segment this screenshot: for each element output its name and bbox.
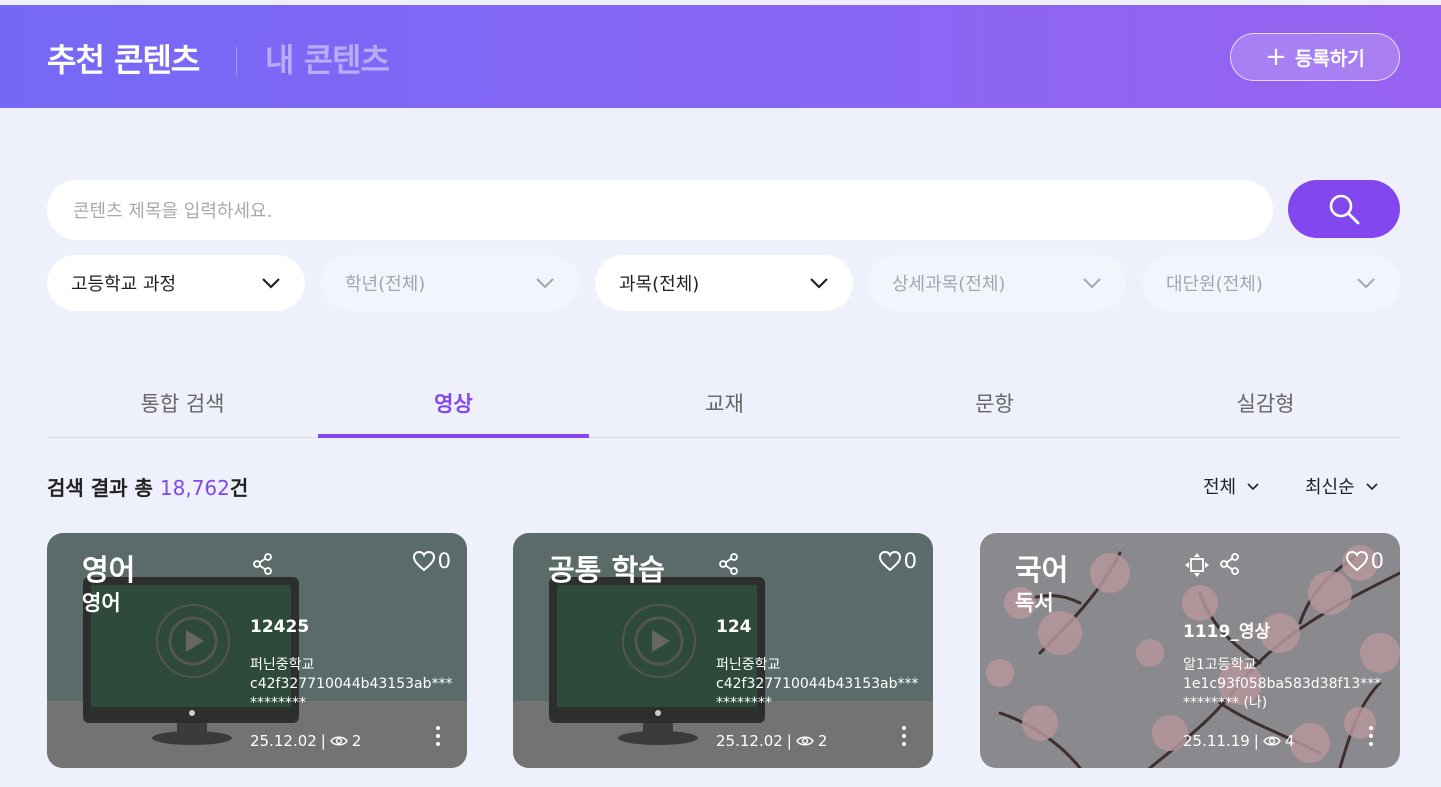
card-author: 퍼닌중학교 c42f327710044b43153ab*********** [250, 656, 455, 713]
more-vertical-icon[interactable] [1368, 725, 1374, 747]
card-views: 2 [817, 732, 828, 750]
filter-label: 상세과목(전체) [892, 274, 1006, 295]
tab-recommended[interactable]: 추천 콘텐츠 [47, 35, 200, 81]
result-prefix: 검색 결과 총 [47, 476, 160, 500]
like-button[interactable]: 0 [1345, 549, 1384, 573]
card-views: 4 [1284, 732, 1295, 750]
heart-icon [412, 550, 435, 572]
meta-divider: | [786, 732, 792, 750]
card-owner-id: c42f327710044b43153ab*********** [716, 676, 919, 711]
tab-question[interactable]: 문항 [859, 388, 1130, 418]
result-count: 검색 결과 총 18,762건 [47, 472, 248, 501]
card-subject: 공통 학습 [548, 553, 665, 587]
chevron-down-icon [1083, 278, 1101, 289]
tab-my-content[interactable]: 내 콘텐츠 [265, 35, 390, 81]
eye-icon [1263, 736, 1281, 746]
sort-filter-label: 전체 [1203, 477, 1237, 498]
filter-grade[interactable]: 학년(전체) [321, 255, 579, 311]
chevron-down-icon [1366, 482, 1378, 490]
share-icon[interactable] [252, 553, 274, 575]
card-views: 2 [351, 732, 362, 750]
filter-label: 고등학교 과정 [71, 274, 177, 295]
eye-icon [796, 736, 814, 746]
search-icon [1329, 194, 1360, 225]
register-label: 등록하기 [1294, 47, 1365, 70]
like-count: 0 [903, 549, 917, 573]
eye-icon [330, 736, 348, 746]
card-meta: 25.11.19 | 4 [1183, 732, 1294, 750]
meta-divider: | [320, 732, 326, 750]
card-title: 124 [716, 617, 752, 637]
card-detail-subject: 독서 [1015, 591, 1054, 615]
card-author: 퍼닌중학교 c42f327710044b43153ab*********** [716, 656, 921, 713]
content-card[interactable]: 공통 학습 0 124 퍼닌중학교 c42f327710044b43153ab*… [513, 533, 933, 768]
like-count: 0 [437, 549, 451, 573]
filter-subject[interactable]: 과목(전체) [595, 255, 853, 311]
register-button[interactable]: + 등록하기 [1230, 33, 1400, 81]
filter-school-level[interactable]: 고등학교 과정 [47, 255, 305, 311]
filter-label: 학년(전체) [345, 274, 426, 295]
tab-all-search[interactable]: 통합 검색 [47, 388, 318, 418]
filter-label: 과목(전체) [619, 274, 700, 295]
card-author: 알1고등학교 1e1c93f058ba583d38f13*********** … [1183, 656, 1388, 713]
owner-id: 1e1c93f058ba583d38f13*********** [1183, 676, 1382, 711]
share-icon[interactable] [718, 553, 740, 575]
content-card[interactable]: 국어 독서 0 1119_영상 알1고등학교 1e1c93f058ba583d3… [980, 533, 1400, 768]
card-owner-id: 1e1c93f058ba583d38f13*********** (나) [1183, 675, 1388, 713]
owner-suffix: (나) [1243, 695, 1268, 711]
card-subject: 영어 [82, 553, 136, 587]
plus-icon: + [1265, 42, 1287, 72]
like-button[interactable]: 0 [878, 549, 917, 573]
search-placeholder: 콘텐츠 제목을 입력하세요. [73, 201, 273, 222]
share-icon[interactable] [1219, 553, 1241, 575]
tab-immersive[interactable]: 실감형 [1130, 388, 1401, 418]
card-school-name: 알1고등학교 [1183, 657, 1257, 673]
card-school-name: 퍼닌중학교 [716, 657, 781, 673]
chevron-down-icon [262, 278, 280, 289]
card-title: 12425 [250, 617, 310, 637]
like-count: 0 [1370, 549, 1384, 573]
more-vertical-icon[interactable] [435, 725, 441, 747]
filter-detail-subject[interactable]: 상세과목(전체) [868, 255, 1126, 311]
card-subject: 국어 [1015, 553, 1069, 587]
filter-label: 대단원(전체) [1166, 274, 1263, 295]
card-title: 1119_영상 [1183, 622, 1271, 642]
more-vertical-icon[interactable] [901, 725, 907, 747]
card-meta: 25.12.02 | 2 [250, 732, 361, 750]
tab-video[interactable]: 영상 [318, 388, 589, 418]
sort-order-label: 최신순 [1305, 477, 1355, 498]
card-school-name: 퍼닌중학교 [250, 657, 315, 673]
tab-textbook[interactable]: 교재 [589, 388, 860, 418]
filter-unit[interactable]: 대단원(전체) [1142, 255, 1400, 311]
search-button[interactable] [1288, 180, 1400, 238]
chevron-down-icon [536, 278, 554, 289]
content-card[interactable]: 영어 영어 0 12425 퍼닌중학교 c42f327710044b43153a… [47, 533, 467, 768]
sort-order-dropdown[interactable]: 최신순 [1305, 473, 1379, 499]
card-meta: 25.12.02 | 2 [716, 732, 827, 750]
header-divider [236, 47, 237, 75]
chevron-down-icon [1247, 482, 1259, 490]
meta-divider: | [1253, 732, 1259, 750]
sort-filter-dropdown[interactable]: 전체 [1203, 473, 1260, 499]
card-owner-id: c42f327710044b43153ab*********** [250, 676, 453, 711]
search-input[interactable]: 콘텐츠 제목을 입력하세요. [47, 180, 1273, 240]
like-button[interactable]: 0 [412, 549, 451, 573]
result-number: 18,762 [159, 476, 230, 500]
result-suffix: 건 [229, 476, 249, 500]
heart-icon [878, 550, 901, 572]
card-date: 25.11.19 [1183, 732, 1250, 750]
chevron-down-icon [810, 278, 828, 289]
tab-divider [47, 437, 1400, 438]
top-header: 추천 콘텐츠 내 콘텐츠 + 등록하기 [0, 5, 1441, 108]
card-date: 25.12.02 [250, 732, 317, 750]
heart-icon [1345, 550, 1368, 572]
chevron-down-icon [1357, 278, 1375, 289]
card-detail-subject: 영어 [82, 591, 121, 615]
tab-selected-indicator [318, 434, 589, 438]
card-date: 25.12.02 [716, 732, 783, 750]
move-icon[interactable] [1184, 552, 1210, 578]
